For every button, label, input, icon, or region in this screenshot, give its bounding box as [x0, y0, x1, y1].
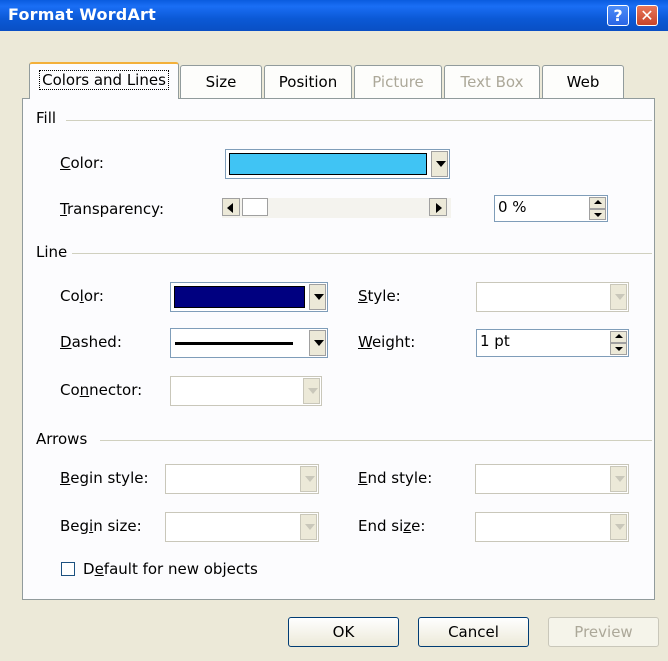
- chevron-down-icon: [610, 514, 627, 540]
- begin-size-label: Begin size:: [60, 517, 142, 535]
- fill-color-label-text: olor:: [70, 154, 104, 172]
- end-style-dropdown: [475, 464, 629, 494]
- default-checkbox-label: Default for new objects: [83, 560, 258, 578]
- end-size-dropdown: [475, 512, 629, 542]
- fill-color-label: Color:: [60, 154, 104, 172]
- begin-style-label: Begin style:: [60, 469, 149, 487]
- default-checkbox[interactable]: [61, 562, 75, 576]
- arrows-heading: Arrows: [36, 430, 88, 448]
- weight-value: 1 pt: [480, 332, 510, 350]
- spin-down-icon[interactable]: [589, 208, 606, 220]
- chevron-down-icon[interactable]: [431, 151, 448, 177]
- connector-label: Connector:: [60, 381, 143, 399]
- scroll-left-icon[interactable]: [222, 198, 240, 216]
- transparency-slider[interactable]: [222, 198, 451, 218]
- connector-dropdown: [170, 376, 322, 406]
- spin-up-icon[interactable]: [589, 197, 606, 209]
- chevron-down-icon: [300, 466, 317, 492]
- spin-up-icon[interactable]: [610, 331, 627, 343]
- spin-down-icon[interactable]: [610, 343, 627, 355]
- end-size-label: End size:: [358, 517, 426, 535]
- weight-label: Weight:: [358, 333, 416, 351]
- chevron-down-icon[interactable]: [309, 330, 326, 356]
- chevron-down-icon: [610, 284, 627, 310]
- weight-spinner[interactable]: 1 pt: [476, 329, 629, 357]
- dash-preview: [175, 342, 293, 345]
- fill-color-dropdown[interactable]: [225, 149, 450, 179]
- dashed-label: Dashed:: [60, 333, 122, 351]
- transparency-spinner[interactable]: 0 %: [494, 195, 608, 222]
- line-heading: Line: [36, 243, 68, 261]
- chevron-down-icon[interactable]: [309, 284, 326, 310]
- line-color-swatch: [174, 286, 305, 308]
- begin-size-dropdown: [165, 512, 319, 542]
- fill-heading: Fill: [36, 109, 57, 127]
- begin-style-dropdown: [165, 464, 319, 494]
- fill-divider: [66, 120, 652, 121]
- scroll-right-icon[interactable]: [429, 198, 447, 216]
- arrows-divider: [100, 440, 652, 441]
- chevron-down-icon: [303, 378, 320, 404]
- line-color-dropdown[interactable]: [170, 282, 328, 312]
- dashed-dropdown[interactable]: [170, 328, 328, 358]
- line-divider: [72, 253, 652, 254]
- line-style-label: Style:: [358, 287, 401, 305]
- line-style-dropdown: [476, 282, 629, 312]
- line-color-label: Color:: [60, 287, 104, 305]
- transparency-value: 0 %: [498, 198, 527, 216]
- slider-thumb[interactable]: [242, 198, 268, 216]
- end-style-label: End style:: [358, 469, 433, 487]
- chevron-down-icon: [300, 514, 317, 540]
- chevron-down-icon: [610, 466, 627, 492]
- fill-color-swatch: [229, 153, 427, 175]
- transparency-label: Transparency:: [60, 200, 165, 218]
